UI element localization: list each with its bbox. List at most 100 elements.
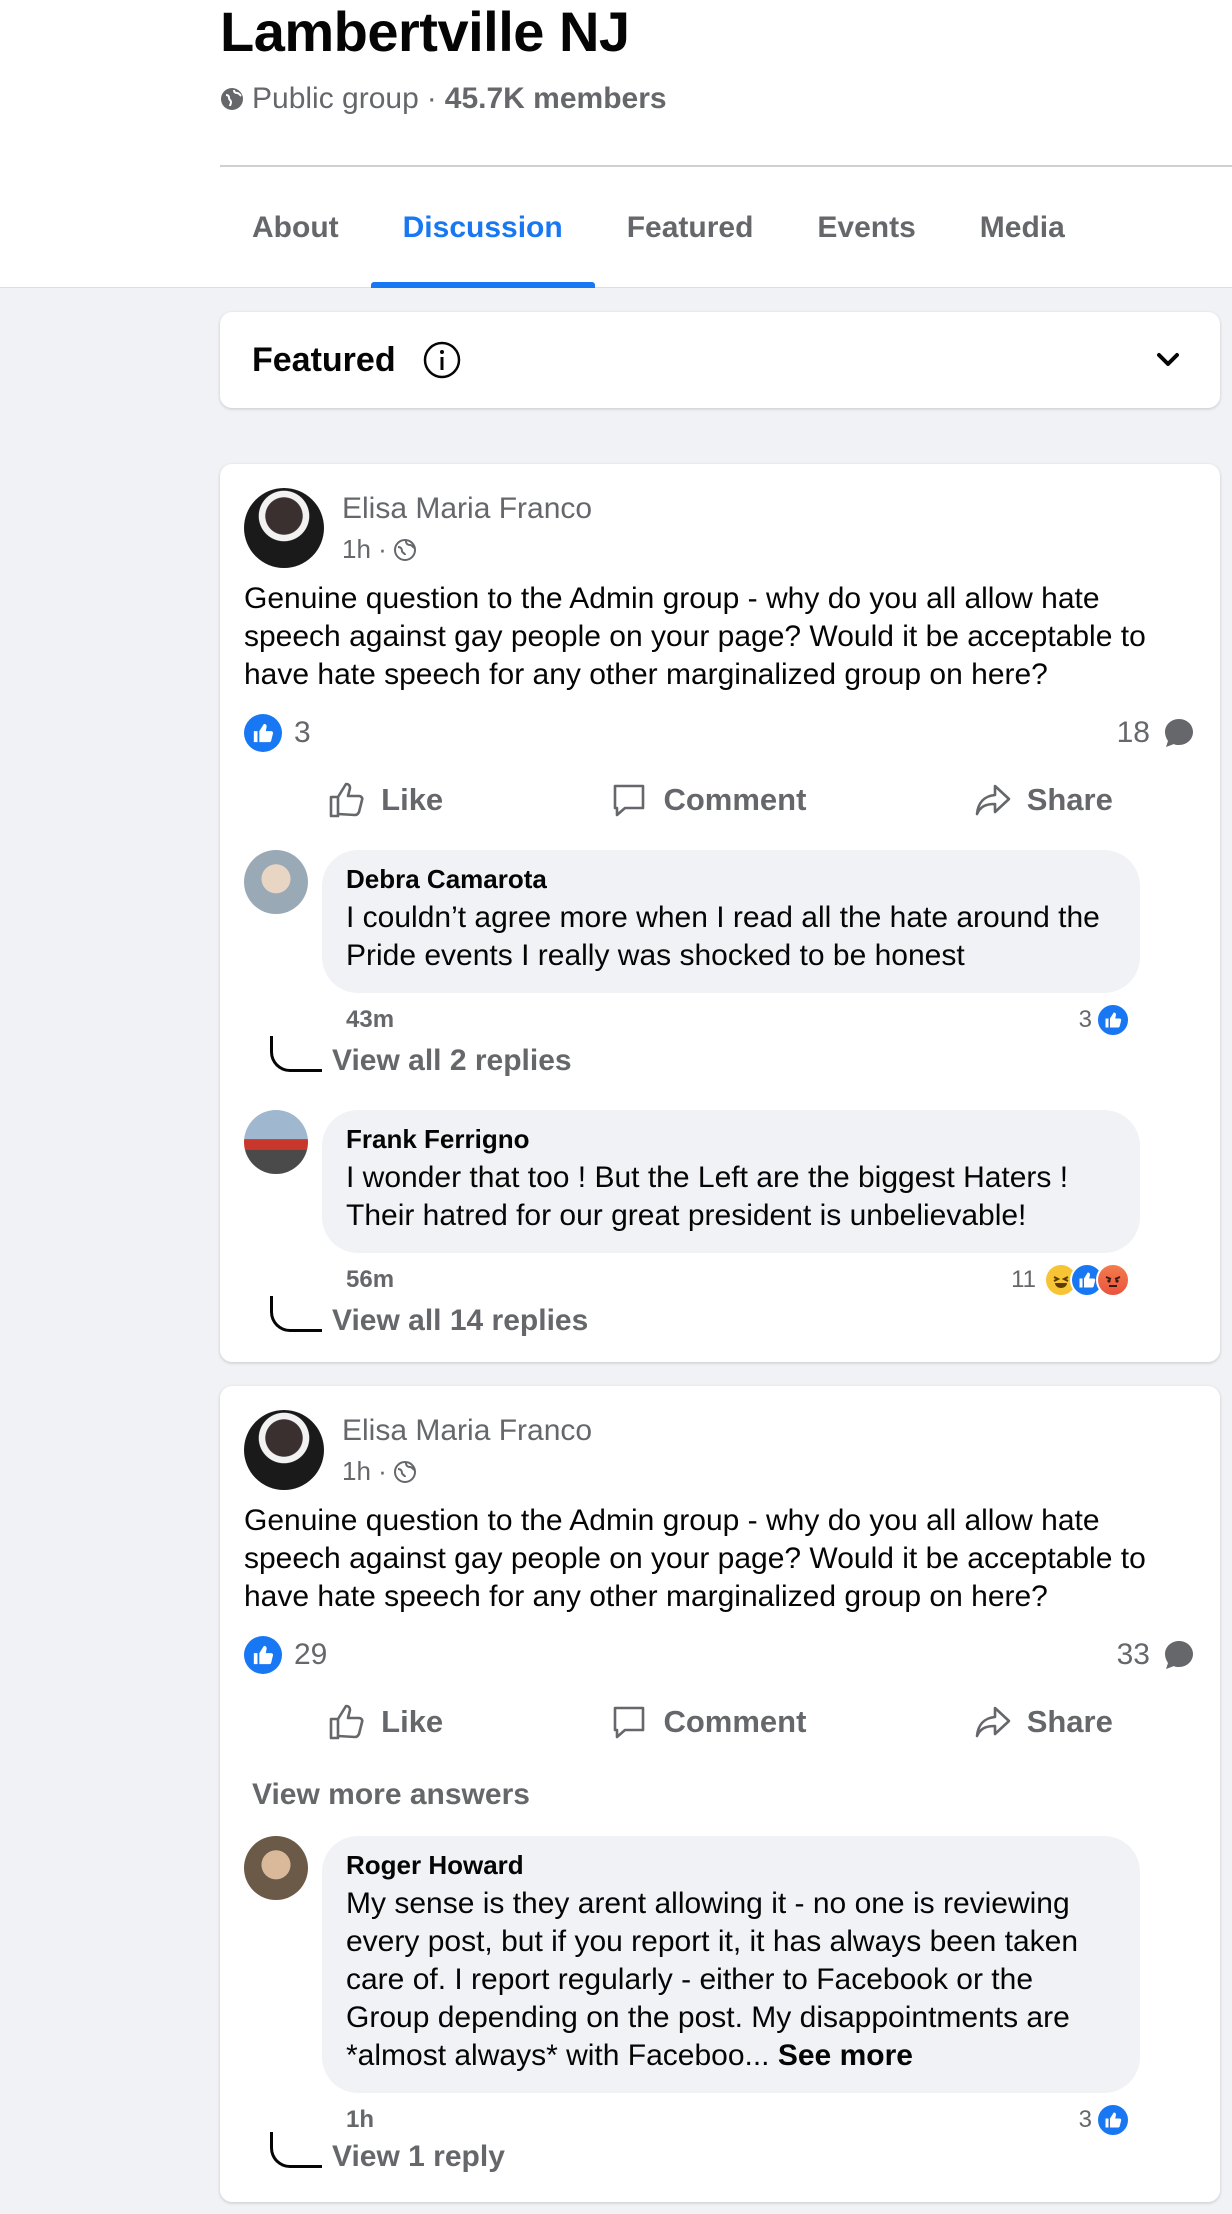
view-replies-link[interactable]: View 1 reply bbox=[270, 2132, 505, 2174]
comment-reactions[interactable]: 3 bbox=[1079, 1003, 1130, 1037]
group-name: Lambertville NJ bbox=[220, 0, 630, 63]
avatar[interactable] bbox=[244, 1410, 324, 1490]
comment-button[interactable]: Comment bbox=[609, 780, 806, 820]
like-button[interactable]: Like bbox=[327, 1702, 443, 1742]
avatar[interactable] bbox=[244, 1836, 308, 1900]
comment-bubble-icon bbox=[1165, 719, 1193, 747]
view-replies-label: View 1 reply bbox=[332, 2140, 505, 2173]
comment-bubble: Roger Howard My sense is they arent allo… bbox=[322, 1836, 1140, 2093]
group-meta: Public group · 45.7K members bbox=[220, 82, 667, 116]
share-label: Share bbox=[1026, 1704, 1113, 1739]
post-stats: 29 33 bbox=[244, 1636, 1196, 1674]
tab-events[interactable]: Events bbox=[785, 180, 947, 288]
comment-button[interactable]: Comment bbox=[609, 1702, 806, 1742]
comment-text: I wonder that too ! But the Left are the… bbox=[346, 1161, 1069, 1232]
comment-item: Frank Ferrigno I wonder that too ! But t… bbox=[244, 1110, 1140, 1297]
like-reaction-icon bbox=[1096, 2103, 1130, 2137]
tab-media[interactable]: Media bbox=[948, 180, 1097, 288]
like-button[interactable]: Like bbox=[327, 780, 443, 820]
post-text: Genuine question to the Admin group - wh… bbox=[244, 582, 1146, 691]
globe-icon bbox=[221, 88, 243, 110]
comment-text: I couldn’t agree more when I read all th… bbox=[346, 901, 1100, 972]
comment-reaction-count: 11 bbox=[1011, 1266, 1036, 1293]
comment-label: Comment bbox=[663, 782, 807, 817]
comment-bubble-icon bbox=[1165, 1641, 1193, 1669]
see-more-link[interactable]: See more bbox=[778, 2039, 913, 2072]
avatar[interactable] bbox=[244, 488, 324, 568]
comment-author[interactable]: Frank Ferrigno bbox=[346, 1124, 1116, 1155]
view-replies-link[interactable]: View all 2 replies bbox=[270, 1036, 572, 1078]
like-reaction-icon[interactable] bbox=[244, 1636, 282, 1674]
comment-time[interactable]: 56m bbox=[346, 1266, 394, 1294]
post-author[interactable]: Elisa Maria Franco bbox=[342, 492, 592, 526]
like-label: Like bbox=[381, 782, 444, 817]
view-replies-link[interactable]: View all 14 replies bbox=[270, 1296, 588, 1338]
post-text: Genuine question to the Admin group - wh… bbox=[244, 1504, 1146, 1613]
view-replies-label: View all 2 replies bbox=[332, 1044, 572, 1077]
comment-text-body: My sense is they arent allowing it - no … bbox=[346, 1887, 1079, 2072]
globe-icon bbox=[393, 538, 416, 561]
post-actions: Like Comment Share bbox=[244, 1690, 1196, 1754]
thumbs-up-icon bbox=[329, 1704, 364, 1740]
share-icon bbox=[975, 1706, 1010, 1738]
meta-separator: · bbox=[426, 82, 437, 115]
comment-icon bbox=[614, 1706, 645, 1739]
comment-reaction-count: 3 bbox=[1078, 1006, 1092, 1033]
like-reaction-icon bbox=[1096, 1003, 1130, 1037]
avatar[interactable] bbox=[244, 1110, 308, 1174]
featured-label: Featured bbox=[252, 340, 396, 379]
comment-author[interactable]: Debra Camarota bbox=[346, 864, 1116, 895]
view-more-answers-link[interactable]: View more answers bbox=[252, 1778, 530, 1812]
comment-text: My sense is they arent allowing it - no … bbox=[346, 1885, 1116, 2075]
comment-bubble: Debra Camarota I couldn’t agree more whe… bbox=[322, 850, 1140, 993]
comment-reaction-count: 3 bbox=[1078, 2106, 1092, 2133]
post-card: Elisa Maria Franco 1h · Genuine question… bbox=[220, 464, 1220, 1362]
like-label: Like bbox=[381, 1704, 444, 1739]
tab-discussion[interactable]: Discussion bbox=[370, 180, 595, 288]
post-card: Elisa Maria Franco 1h · Genuine question… bbox=[220, 1386, 1220, 2202]
tab-featured[interactable]: Featured bbox=[595, 180, 786, 288]
comment-time[interactable]: 43m bbox=[346, 1006, 394, 1034]
share-button[interactable]: Share bbox=[973, 780, 1113, 820]
reply-connector bbox=[270, 1296, 322, 1332]
post-actions: Like Comment Share bbox=[244, 768, 1196, 832]
view-replies-label: View all 14 replies bbox=[332, 1304, 589, 1337]
group-header: Lambertville NJ Public group · 45.7K mem… bbox=[0, 0, 1232, 288]
post-stats: 3 18 bbox=[244, 714, 1196, 752]
comment-time[interactable]: 1h bbox=[346, 2106, 374, 2134]
comment-icon bbox=[614, 784, 645, 817]
featured-section[interactable]: Featured bbox=[220, 312, 1220, 408]
post-author[interactable]: Elisa Maria Franco bbox=[342, 1414, 592, 1448]
avatar[interactable] bbox=[244, 850, 308, 914]
comment-author[interactable]: Roger Howard bbox=[346, 1850, 1116, 1881]
tab-about[interactable]: About bbox=[220, 180, 371, 288]
member-count[interactable]: 45.7K members bbox=[445, 82, 667, 116]
comment-reactions[interactable]: 11 bbox=[1011, 1263, 1130, 1297]
comment-count[interactable]: 18 bbox=[1117, 716, 1150, 750]
chevron-down-icon[interactable] bbox=[1152, 344, 1184, 376]
share-button[interactable]: Share bbox=[973, 1702, 1113, 1742]
globe-icon bbox=[393, 1460, 416, 1483]
comment-reactions[interactable]: 3 bbox=[1079, 2103, 1130, 2137]
reply-connector bbox=[270, 2132, 322, 2168]
comment-item: Debra Camarota I couldn’t agree more whe… bbox=[244, 850, 1140, 1037]
header-divider bbox=[220, 165, 1232, 167]
share-icon bbox=[975, 784, 1010, 816]
comment-count[interactable]: 33 bbox=[1117, 1638, 1150, 1672]
reaction-count[interactable]: 3 bbox=[294, 716, 311, 750]
reaction-count[interactable]: 29 bbox=[294, 1638, 327, 1672]
group-privacy: Public group bbox=[252, 82, 419, 115]
comment-item: Roger Howard My sense is they arent allo… bbox=[244, 1836, 1140, 2137]
post-header: Elisa Maria Franco 1h · bbox=[244, 488, 592, 568]
info-icon[interactable] bbox=[422, 340, 462, 380]
group-tabs: About Discussion Featured Events Media bbox=[220, 180, 1097, 288]
post-header: Elisa Maria Franco 1h · bbox=[244, 1410, 592, 1490]
post-time[interactable]: 1h · bbox=[342, 534, 387, 565]
reply-connector bbox=[270, 1036, 322, 1072]
like-reaction-icon[interactable] bbox=[244, 714, 282, 752]
share-label: Share bbox=[1026, 782, 1113, 817]
angry-reaction-icon bbox=[1096, 1263, 1130, 1297]
post-time[interactable]: 1h · bbox=[342, 1456, 387, 1487]
comment-label: Comment bbox=[663, 1704, 807, 1739]
comment-bubble: Frank Ferrigno I wonder that too ! But t… bbox=[322, 1110, 1140, 1253]
